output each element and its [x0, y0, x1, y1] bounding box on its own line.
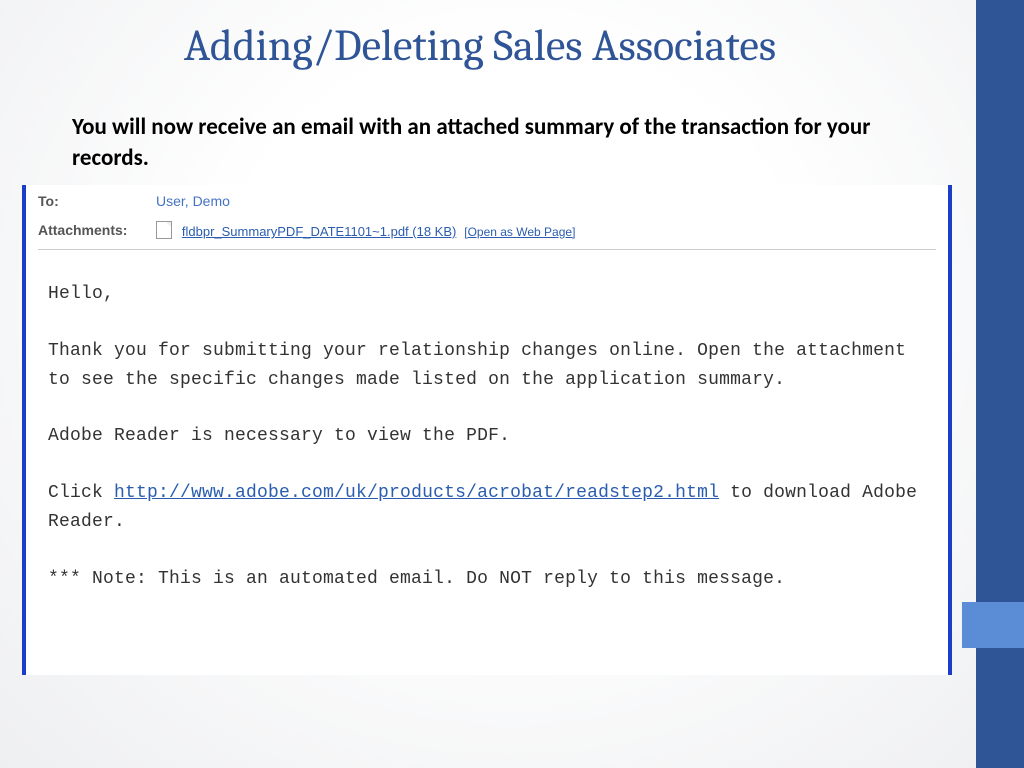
adobe-reader-link[interactable]: http://www.adobe.com/uk/products/acrobat…: [114, 483, 719, 503]
side-accent-dark: [976, 0, 1024, 768]
email-para-1: Thank you for submitting your relationsh…: [48, 337, 926, 395]
slide: Adding/Deleting Sales Associates You wil…: [0, 0, 1024, 768]
slide-title: Adding/Deleting Sales Associates: [0, 20, 960, 71]
email-to-row: To: User, Demo: [26, 185, 948, 215]
slide-subtitle: You will now receive an email with an at…: [72, 112, 892, 174]
email-para-2: Adobe Reader is necessary to view the PD…: [48, 422, 926, 451]
email-to-label: To:: [38, 193, 156, 209]
side-accent-light: [962, 602, 1024, 648]
email-attachments-label: Attachments:: [38, 222, 156, 238]
email-greeting: Hello,: [48, 280, 926, 309]
para3-pre: Click: [48, 483, 114, 503]
email-para-3: Click http://www.adobe.com/uk/products/a…: [48, 479, 926, 537]
attachment-link[interactable]: fldbpr_SummaryPDF_DATE1101~1.pdf (18 KB): [182, 224, 456, 239]
email-attachments-row: Attachments: fldbpr_SummaryPDF_DATE1101~…: [26, 215, 948, 245]
document-icon: [156, 221, 172, 239]
email-preview: To: User, Demo Attachments: fldbpr_Summa…: [22, 185, 952, 675]
email-note: *** Note: This is an automated email. Do…: [48, 565, 926, 594]
email-body: Hello, Thank you for submitting your rel…: [26, 250, 948, 594]
email-to-value: User, Demo: [156, 193, 230, 209]
open-as-web-page-link[interactable]: [Open as Web Page]: [464, 225, 575, 239]
